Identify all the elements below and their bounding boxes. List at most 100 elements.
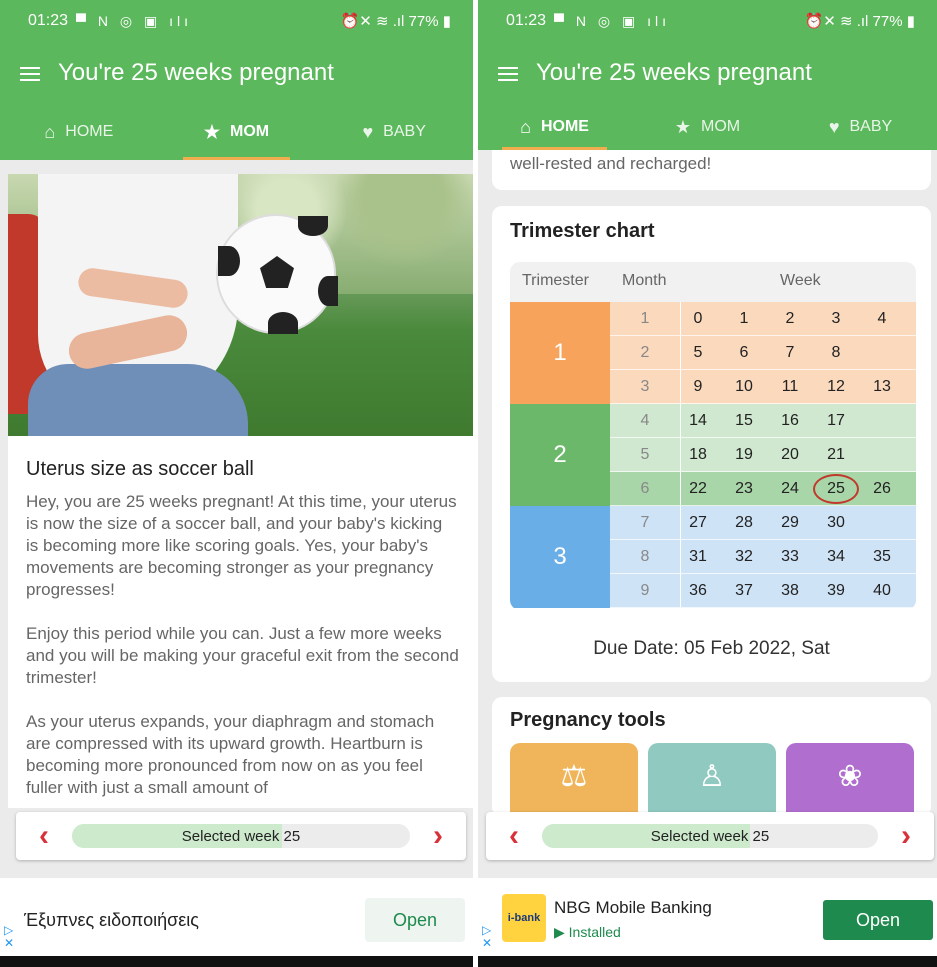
header-week: Week [780, 272, 821, 289]
tab-mom[interactable]: ★ MOM [158, 104, 316, 160]
ad-open-button[interactable]: Open [365, 898, 465, 942]
week-cell[interactable]: 21 [815, 438, 857, 472]
week-cell[interactable]: 32 [723, 540, 765, 574]
week-cell[interactable]: 0 [677, 302, 719, 336]
ad-open-button[interactable]: Open [823, 900, 933, 940]
week-cell[interactable]: 28 [723, 506, 765, 540]
table-header: Trimester Month Week [510, 262, 916, 302]
week-cell[interactable]: 6 [723, 336, 765, 370]
month-label: 7 [640, 514, 650, 531]
month-row: 2 5678 [610, 336, 916, 370]
next-week-button[interactable]: › [410, 812, 466, 860]
week-cell[interactable]: 38 [769, 574, 811, 608]
tab-bar: ⌂ HOME ★ MOM ♥ BABY [478, 104, 937, 150]
week-cell[interactable]: 3 [815, 302, 857, 336]
article-paragraph: Hey, you are 25 weeks pregnant! At this … [26, 492, 457, 599]
week-cell[interactable]: 17 [815, 404, 857, 438]
week-cell[interactable]: 18 [677, 438, 719, 472]
week-cell[interactable]: 15 [723, 404, 765, 438]
next-week-button[interactable]: › [878, 812, 934, 860]
month-row: 6 22 23 24 25 26 [610, 472, 916, 506]
week-cell[interactable]: 35 [861, 540, 903, 574]
tab-label: MOM [701, 118, 741, 135]
week-cell[interactable]: 8 [815, 336, 857, 370]
due-date: Due Date: 05 Feb 2022, Sat [593, 638, 830, 659]
month-label: 8 [640, 548, 650, 565]
week-cell[interactable]: 26 [861, 472, 903, 506]
prev-week-button[interactable]: ‹ [16, 812, 72, 860]
header-trimester: Trimester [522, 272, 589, 289]
menu-icon[interactable] [18, 64, 44, 82]
week-progress: Selected week 25 [542, 824, 878, 848]
week-cell[interactable]: 12 [815, 370, 857, 404]
status-bar: 01:23 ▀ N ◎ ▣ ılı ⏰✕ ≋ .ıl 77% ▮ [0, 0, 473, 42]
month-row: 8 31 32 33 34 35 [610, 540, 916, 574]
tool-scale[interactable]: ⚖ [510, 743, 638, 823]
week-cell[interactable]: 4 [861, 302, 903, 336]
week-cell[interactable]: 9 [677, 370, 719, 404]
left-screen: 01:23 ▀ N ◎ ▣ ılı ⏰✕ ≋ .ıl 77% ▮ You're … [0, 0, 473, 967]
page-title: You're 25 weeks pregnant [536, 59, 812, 86]
week-cell[interactable]: 5 [677, 336, 719, 370]
heart-icon: ♥ [362, 121, 374, 142]
week-cell[interactable]: 16 [769, 404, 811, 438]
trimester-1: 1 [510, 302, 610, 404]
previous-card: well-rested and recharged! [492, 150, 931, 190]
week-cell[interactable]: 7 [769, 336, 811, 370]
tab-baby[interactable]: ♥ BABY [784, 104, 937, 150]
week-cell[interactable]: 31 [677, 540, 719, 574]
adchoices-icon[interactable]: ▷ ✕ [4, 924, 14, 950]
month-row: 101234 [610, 302, 916, 336]
week-cell[interactable]: 23 [723, 472, 765, 506]
week-cell[interactable]: 2 [769, 302, 811, 336]
article-image [8, 174, 473, 436]
week-cell[interactable]: 39 [815, 574, 857, 608]
app-logo: i-bank [502, 894, 546, 942]
week-cell[interactable]: 22 [677, 472, 719, 506]
tab-baby[interactable]: ♥ BABY [315, 104, 473, 160]
app-bar: You're 25 weeks pregnant [0, 42, 473, 104]
star-icon: ★ [674, 116, 692, 137]
tab-label: BABY [849, 118, 893, 135]
month-label: 6 [640, 480, 650, 497]
week-cell[interactable]: 19 [723, 438, 765, 472]
heart-icon: ♥ [828, 116, 840, 137]
tool-kicks[interactable]: ❀ [786, 743, 914, 823]
tab-bar: ⌂ HOME ★ MOM ♥ BABY [0, 104, 473, 160]
week-cell[interactable]: 14 [677, 404, 719, 438]
prev-week-button[interactable]: ‹ [486, 812, 542, 860]
week-cell[interactable]: 34 [815, 540, 857, 574]
ad-banner[interactable]: ▷ ✕ Έξυπνες ειδοποιήσεις Open [0, 878, 473, 956]
ad-banner[interactable]: ▷ ✕ i-bank NBG Mobile Banking ▶ Installed… [478, 878, 937, 956]
tab-home[interactable]: ⌂ HOME [0, 104, 158, 160]
week-selector: ‹ Selected week 25 › [486, 812, 934, 860]
card-text: well-rested and recharged! [510, 154, 712, 173]
notification-icons: ▀ N ◎ ▣ ılı [554, 12, 670, 29]
week-cell[interactable]: 10 [723, 370, 765, 404]
adchoices-icon[interactable]: ▷ ✕ [482, 924, 492, 950]
week-cell[interactable]: 13 [861, 370, 903, 404]
chart-title: Trimester chart [510, 220, 655, 242]
week-cell[interactable]: 40 [861, 574, 903, 608]
article: Uterus size as soccer ball Hey, you are … [8, 436, 473, 808]
notification-icons: ▀ N ◎ ▣ ılı [76, 12, 192, 29]
week-cell[interactable]: 1 [723, 302, 765, 336]
month-row: 3 9 10 11 12 13 [610, 370, 916, 404]
tab-mom[interactable]: ★ MOM [631, 104, 784, 150]
week-cell[interactable]: 37 [723, 574, 765, 608]
week-cell[interactable]: 30 [815, 506, 857, 540]
status-right: ⏰✕ ≋ .ıl 77% ▮ [340, 13, 451, 30]
tool-yoga[interactable]: ♙ [648, 743, 776, 823]
menu-icon[interactable] [496, 64, 522, 82]
week-cell[interactable]: 36 [677, 574, 719, 608]
week-progress: Selected week 25 [72, 824, 410, 848]
week-cell[interactable]: 29 [769, 506, 811, 540]
week-cell[interactable]: 33 [769, 540, 811, 574]
week-cell[interactable]: 27 [677, 506, 719, 540]
tab-label: HOME [65, 123, 114, 140]
tab-home[interactable]: ⌂ HOME [478, 104, 631, 150]
week-cell[interactable]: 20 [769, 438, 811, 472]
week-cell[interactable]: 11 [769, 370, 811, 404]
week-cell[interactable]: 24 [769, 472, 811, 506]
status-bar: 01:23 ▀ N ◎ ▣ ılı ⏰✕ ≋ .ıl 77% ▮ [478, 0, 937, 42]
